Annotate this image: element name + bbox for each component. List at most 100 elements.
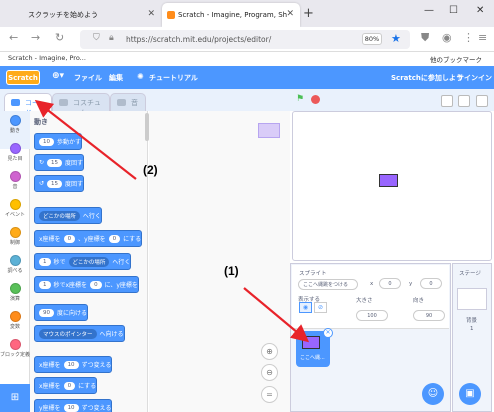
block-go-to[interactable]: どこかの場所 へ行く: [34, 207, 102, 224]
block-text: 度回す: [65, 160, 84, 167]
block-palette: 動き 10 歩動かす ↻ 15 度回す ↺ 15 度回す どこかの場所 へ行く …: [30, 111, 148, 412]
block-point-towards[interactable]: マウスのポインター へ向ける: [34, 325, 125, 342]
block-input[interactable]: 15: [47, 179, 63, 188]
extensions-icon[interactable]: ⋮: [463, 31, 474, 44]
tab-sound[interactable]: 音: [110, 93, 146, 111]
block-input[interactable]: 10: [39, 137, 54, 146]
block-input[interactable]: 15: [47, 158, 63, 167]
block-change-x[interactable]: x座標を 10 ずつ変える: [34, 356, 113, 373]
window-close-icon[interactable]: ✕: [476, 5, 484, 16]
scratch-favicon-icon: [167, 11, 175, 19]
close-icon[interactable]: ✕: [147, 9, 155, 19]
block-input[interactable]: 10: [63, 403, 79, 412]
size-field[interactable]: 100: [356, 310, 388, 321]
tab-code[interactable]: コード: [4, 93, 52, 117]
sprite-name-field[interactable]: ここへ縄跳をつける: [298, 279, 358, 290]
costume-icon: [59, 99, 68, 106]
block-input[interactable]: 1: [39, 257, 51, 266]
category-dot: [9, 311, 21, 322]
stage-thumbnail[interactable]: [457, 288, 487, 310]
menu-icon[interactable]: ≡: [478, 31, 487, 44]
url-text: https://scratch.mit.edu/projects/editor/: [126, 35, 272, 44]
annotation-label-2: (2): [143, 163, 158, 177]
block-input[interactable]: 0: [90, 280, 102, 289]
block-set-x[interactable]: x座標を 0 にする: [34, 377, 98, 394]
shield-icon[interactable]: ⛉: [93, 33, 100, 43]
tab-costume[interactable]: コスチューム: [52, 93, 110, 117]
join-scratch-link[interactable]: Scratchに参加しよう: [391, 73, 463, 83]
choose-backdrop-button[interactable]: ▣: [459, 383, 481, 405]
lock-icon[interactable]: 🔒︎: [109, 33, 114, 43]
close-icon[interactable]: ✕: [286, 9, 294, 19]
block-input[interactable]: 0: [63, 234, 76, 243]
block-dropdown[interactable]: どこかの場所: [39, 210, 80, 221]
hide-icon[interactable]: ⊘: [314, 302, 327, 313]
block-point-direction[interactable]: 90 度に向ける: [34, 304, 89, 321]
menu-tutorial[interactable]: チュートリアル: [149, 73, 198, 83]
y-field[interactable]: 0: [420, 278, 442, 289]
minimize-icon[interactable]: —: [424, 5, 434, 16]
zoom-level[interactable]: 80%: [362, 33, 382, 45]
block-glide-to[interactable]: 1 秒で どこかの場所 へ行く: [34, 253, 132, 270]
block-dropdown[interactable]: マウスのポインター: [39, 328, 97, 339]
show-visible-icon[interactable]: ◉: [299, 302, 312, 313]
zoom-out-icon[interactable]: ⊖: [261, 364, 278, 381]
category-dot: [9, 171, 21, 182]
block-glide-to-xy[interactable]: 1 秒でx座標を 0 に、y座標を: [34, 276, 139, 293]
browser-tab-getting-started[interactable]: スクラッチを始めよう ✕: [6, 3, 161, 27]
address-bar[interactable]: ⛉ 🔒︎ https://scratch.mit.edu/projects/ed…: [80, 30, 410, 49]
block-input[interactable]: 0: [63, 381, 76, 390]
category-dot: [9, 143, 21, 154]
stop-icon[interactable]: [311, 95, 320, 104]
block-go-to-xy[interactable]: x座標を 0 、y座標を 0 にする: [34, 230, 143, 247]
back-icon[interactable]: ←: [9, 31, 18, 44]
browser-tab-scratch[interactable]: Scratch - Imagine, Program, Sh ✕: [162, 3, 300, 27]
maximize-icon[interactable]: ☐: [449, 5, 458, 16]
block-dropdown[interactable]: どこかの場所: [68, 256, 110, 267]
add-extension-button[interactable]: ⊞: [0, 384, 30, 412]
block-input[interactable]: 90: [39, 308, 54, 317]
block-change-y[interactable]: y座標を 10 ずつ変える: [34, 399, 113, 412]
block-text: 度回す: [65, 181, 84, 188]
sprite-tile[interactable]: ここへ縄... ✕: [296, 328, 333, 367]
reload-icon[interactable]: ↻: [55, 31, 64, 44]
bookmark-scratch[interactable]: Scratch - Imagine, Pro...: [8, 54, 86, 62]
category-dot: [9, 255, 21, 266]
signin-link[interactable]: サインイン: [457, 73, 492, 83]
globe-icon[interactable]: ⊕▾: [52, 71, 64, 81]
block-turn-left[interactable]: ↺ 15 度回す: [34, 175, 85, 192]
category-dot: [9, 283, 21, 294]
new-tab-icon[interactable]: +: [303, 6, 314, 21]
forward-icon[interactable]: →: [31, 31, 40, 44]
category-myblocks[interactable]: ブロック定義: [0, 335, 30, 373]
sprite-tile-name: ここへ縄...: [300, 355, 325, 361]
menu-edit[interactable]: 編集: [109, 73, 123, 83]
block-text: x座標を: [39, 383, 61, 390]
browser-navbar: ← → ↻ ⛉ 🔒︎ https://scratch.mit.edu/proje…: [0, 27, 494, 52]
zoom-reset-icon[interactable]: =: [261, 386, 278, 403]
bookmark-star-icon[interactable]: ★: [391, 32, 401, 45]
fullscreen-icon[interactable]: [476, 95, 488, 107]
block-input[interactable]: 1: [39, 280, 51, 289]
sprite-rectangle[interactable]: [379, 174, 398, 187]
trash-icon[interactable]: ✕: [323, 328, 333, 338]
x-label: x: [370, 281, 374, 287]
menu-file[interactable]: ファイル: [74, 73, 102, 83]
block-text: ずつ変える: [81, 405, 112, 412]
direction-field[interactable]: 90: [413, 310, 445, 321]
zoom-in-icon[interactable]: ⊕: [261, 343, 278, 360]
block-turn-right[interactable]: ↻ 15 度回す: [34, 154, 85, 171]
normal-stage-icon[interactable]: [458, 95, 470, 107]
pocket-icon[interactable]: ⛊: [421, 31, 429, 45]
block-input[interactable]: 10: [63, 360, 79, 369]
other-bookmarks[interactable]: 他のブックマーク: [430, 54, 482, 64]
scratch-logo[interactable]: Scratch: [6, 70, 40, 85]
block-input[interactable]: 0: [108, 234, 121, 243]
block-text: にする: [78, 383, 97, 390]
small-stage-icon[interactable]: [441, 95, 453, 107]
account-icon[interactable]: ◉: [442, 31, 452, 44]
block-move-steps[interactable]: 10 歩動かす: [34, 133, 83, 150]
choose-sprite-button[interactable]: ☺: [422, 383, 444, 405]
x-field[interactable]: 0: [379, 278, 401, 289]
green-flag-icon[interactable]: ⚑: [296, 95, 305, 104]
